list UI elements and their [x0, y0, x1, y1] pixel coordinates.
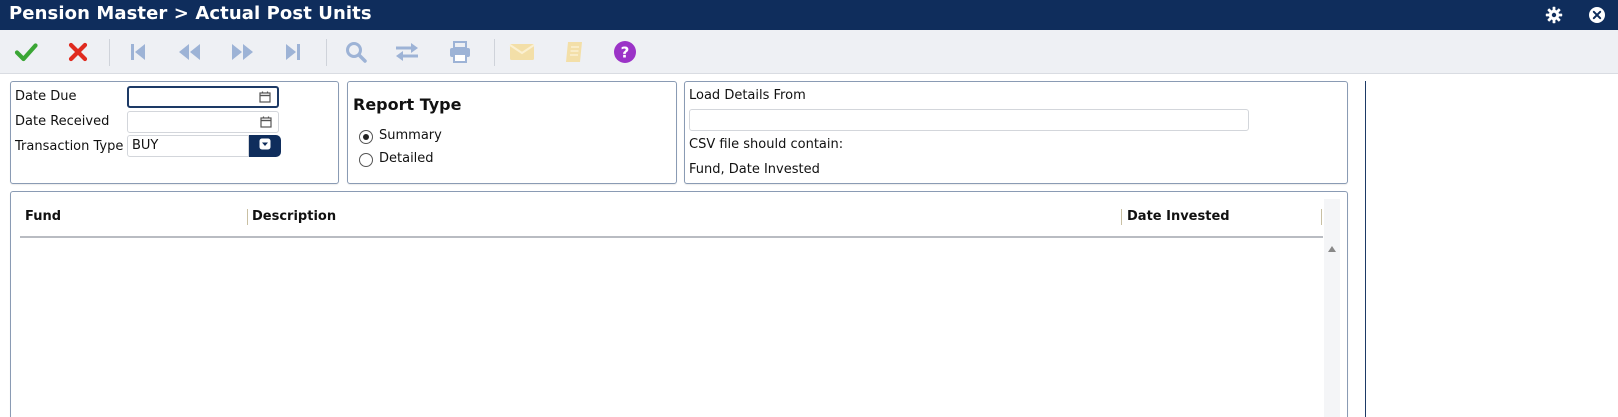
grid-header-divider — [20, 236, 1323, 238]
notebook-icon[interactable] — [560, 38, 588, 66]
close-circle-icon[interactable] — [1588, 6, 1606, 24]
window-title: Pension Master > Actual Post Units — [9, 3, 372, 24]
report-type-heading: Report Type — [353, 95, 462, 114]
detailed-label[interactable]: Detailed — [379, 151, 434, 166]
toolbar-separator — [326, 39, 327, 66]
toolbar-separator — [109, 39, 110, 66]
date-due-field[interactable] — [127, 86, 279, 108]
check-icon[interactable] — [12, 38, 40, 66]
load-details-label: Load Details From — [689, 88, 806, 103]
csv-hint-text: CSV file should contain: — [689, 137, 844, 152]
right-pane-divider — [1365, 81, 1366, 417]
transaction-type-select[interactable]: BUY — [127, 135, 249, 157]
previous-record-icon[interactable] — [176, 38, 204, 66]
mail-icon[interactable] — [508, 38, 536, 66]
toolbar: ? — [0, 30, 1618, 74]
cross-icon[interactable] — [64, 38, 92, 66]
filters-panel: Date Due Date Received Transaction Type … — [10, 81, 339, 184]
column-separator[interactable] — [1321, 209, 1322, 225]
transaction-type-value: BUY — [132, 138, 159, 153]
title-bar: Pension Master > Actual Post Units — [0, 0, 1618, 30]
grid-body — [22, 240, 1322, 417]
summary-label[interactable]: Summary — [379, 128, 442, 143]
print-icon[interactable] — [446, 38, 474, 66]
load-details-panel: Load Details From CSV file should contai… — [684, 81, 1348, 184]
date-received-field[interactable] — [127, 111, 279, 133]
first-record-icon[interactable] — [124, 38, 152, 66]
scroll-up-icon[interactable] — [1327, 242, 1337, 257]
calendar-icon[interactable] — [260, 116, 272, 132]
column-separator[interactable] — [1121, 209, 1122, 225]
column-separator[interactable] — [247, 209, 248, 225]
gear-icon[interactable] — [1545, 6, 1563, 24]
toolbar-separator — [494, 39, 495, 66]
summary-radio[interactable] — [359, 130, 373, 144]
csv-columns-text: Fund, Date Invested — [689, 162, 820, 177]
column-header-fund[interactable]: Fund — [25, 209, 61, 224]
calendar-icon[interactable] — [259, 91, 271, 107]
detailed-radio[interactable] — [359, 153, 373, 167]
date-due-label: Date Due — [15, 89, 77, 104]
column-header-date-invested[interactable]: Date Invested — [1127, 209, 1230, 224]
date-received-label: Date Received — [15, 114, 110, 129]
svg-text:?: ? — [621, 44, 630, 62]
report-type-panel: Report Type Summary Detailed — [347, 81, 677, 184]
grid-scrollbar[interactable] — [1324, 199, 1340, 417]
column-header-description[interactable]: Description — [252, 209, 336, 224]
next-record-icon[interactable] — [228, 38, 256, 66]
chevron-down-icon — [259, 138, 271, 154]
transfer-icon[interactable] — [393, 38, 421, 66]
search-icon[interactable] — [342, 38, 370, 66]
load-details-file-input[interactable] — [689, 109, 1249, 131]
transaction-type-label: Transaction Type — [15, 139, 124, 154]
last-record-icon[interactable] — [279, 38, 307, 66]
transaction-type-dropdown-button[interactable] — [249, 135, 281, 157]
help-icon[interactable]: ? — [611, 38, 639, 66]
